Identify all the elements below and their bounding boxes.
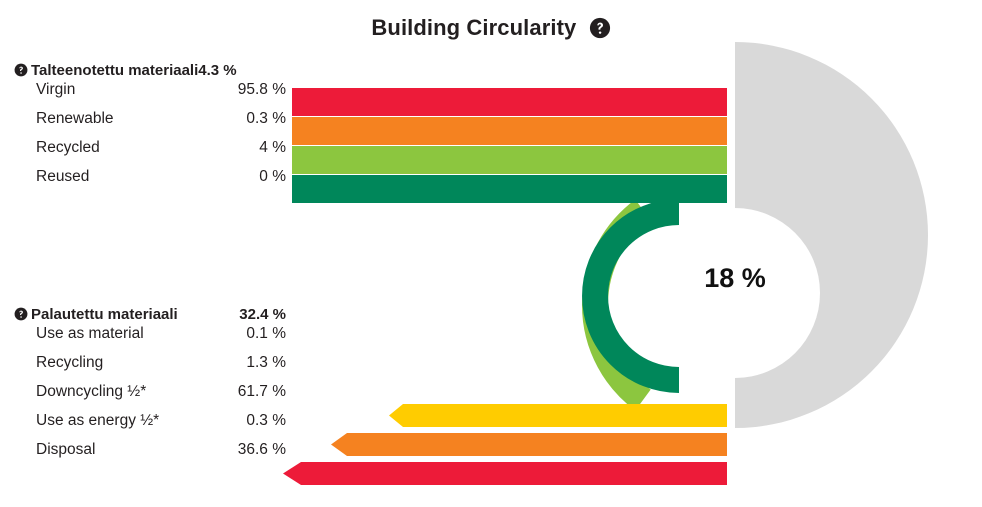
row-label-use-as-material: Use as material	[36, 325, 144, 342]
row-label-renewable: Renewable	[36, 110, 114, 127]
list-item: Downcycling ½* 61.7 %	[14, 383, 286, 412]
legend-group-returned: Palautettu materiaali 32.4 % Use as mate…	[14, 303, 286, 470]
row-label-reused: Reused	[36, 168, 90, 185]
row-label-recycling: Recycling	[36, 354, 104, 371]
list-item: Virgin 95.8 %	[14, 81, 286, 110]
help-circle-icon[interactable]	[14, 307, 28, 321]
donut-bar-separator	[727, 42, 735, 428]
row-value-use-as-material: 0.1 %	[246, 325, 286, 342]
row-label-use-as-energy: Use as energy ½*	[36, 412, 160, 429]
row-value-downcycling: 61.7 %	[237, 383, 286, 400]
row-label-recycled: Recycled	[36, 139, 100, 156]
legend-group-recovered: Talteenotettu materiaali 4.3 % Virgin 95…	[14, 59, 286, 197]
row-label-disposal: Disposal	[36, 441, 96, 458]
group-header-recovered: Talteenotettu materiaali 4.3 %	[14, 59, 286, 81]
list-item: Disposal 36.6 %	[14, 441, 286, 470]
list-item: Renewable 0.3 %	[14, 110, 286, 139]
row-value-renewable: 0.3 %	[246, 110, 286, 127]
row-value-use-as-energy: 0.3 %	[246, 412, 286, 429]
row-value-disposal: 36.6 %	[237, 441, 286, 458]
row-value-recycling: 1.3 %	[246, 354, 286, 371]
list-item: Use as energy ½* 0.3 %	[14, 412, 286, 441]
building-circularity-chart: Building Circularity 18 % Talteenotettu …	[0, 0, 982, 507]
list-item: Recycling 1.3 %	[14, 354, 286, 383]
list-item: Use as material 0.1 %	[14, 325, 286, 354]
donut-center-value: 18 %	[704, 263, 766, 293]
help-circle-icon[interactable]	[14, 63, 28, 77]
list-item: Recycled 4 %	[14, 139, 286, 168]
group-label-returned: Palautettu materiaali	[31, 305, 178, 323]
row-label-virgin: Virgin	[36, 81, 76, 98]
list-item: Reused 0 %	[14, 168, 286, 197]
group-value-recovered: 4.3 %	[198, 61, 237, 79]
row-value-recycled: 4 %	[259, 139, 286, 156]
group-header-returned: Palautettu materiaali 32.4 %	[14, 303, 286, 325]
group-value-returned: 32.4 %	[239, 305, 286, 323]
row-value-reused: 0 %	[259, 168, 286, 185]
group-label-recovered: Talteenotettu materiaali	[31, 61, 199, 79]
row-label-downcycling: Downcycling ½*	[36, 383, 147, 400]
row-value-virgin: 95.8 %	[237, 81, 286, 98]
